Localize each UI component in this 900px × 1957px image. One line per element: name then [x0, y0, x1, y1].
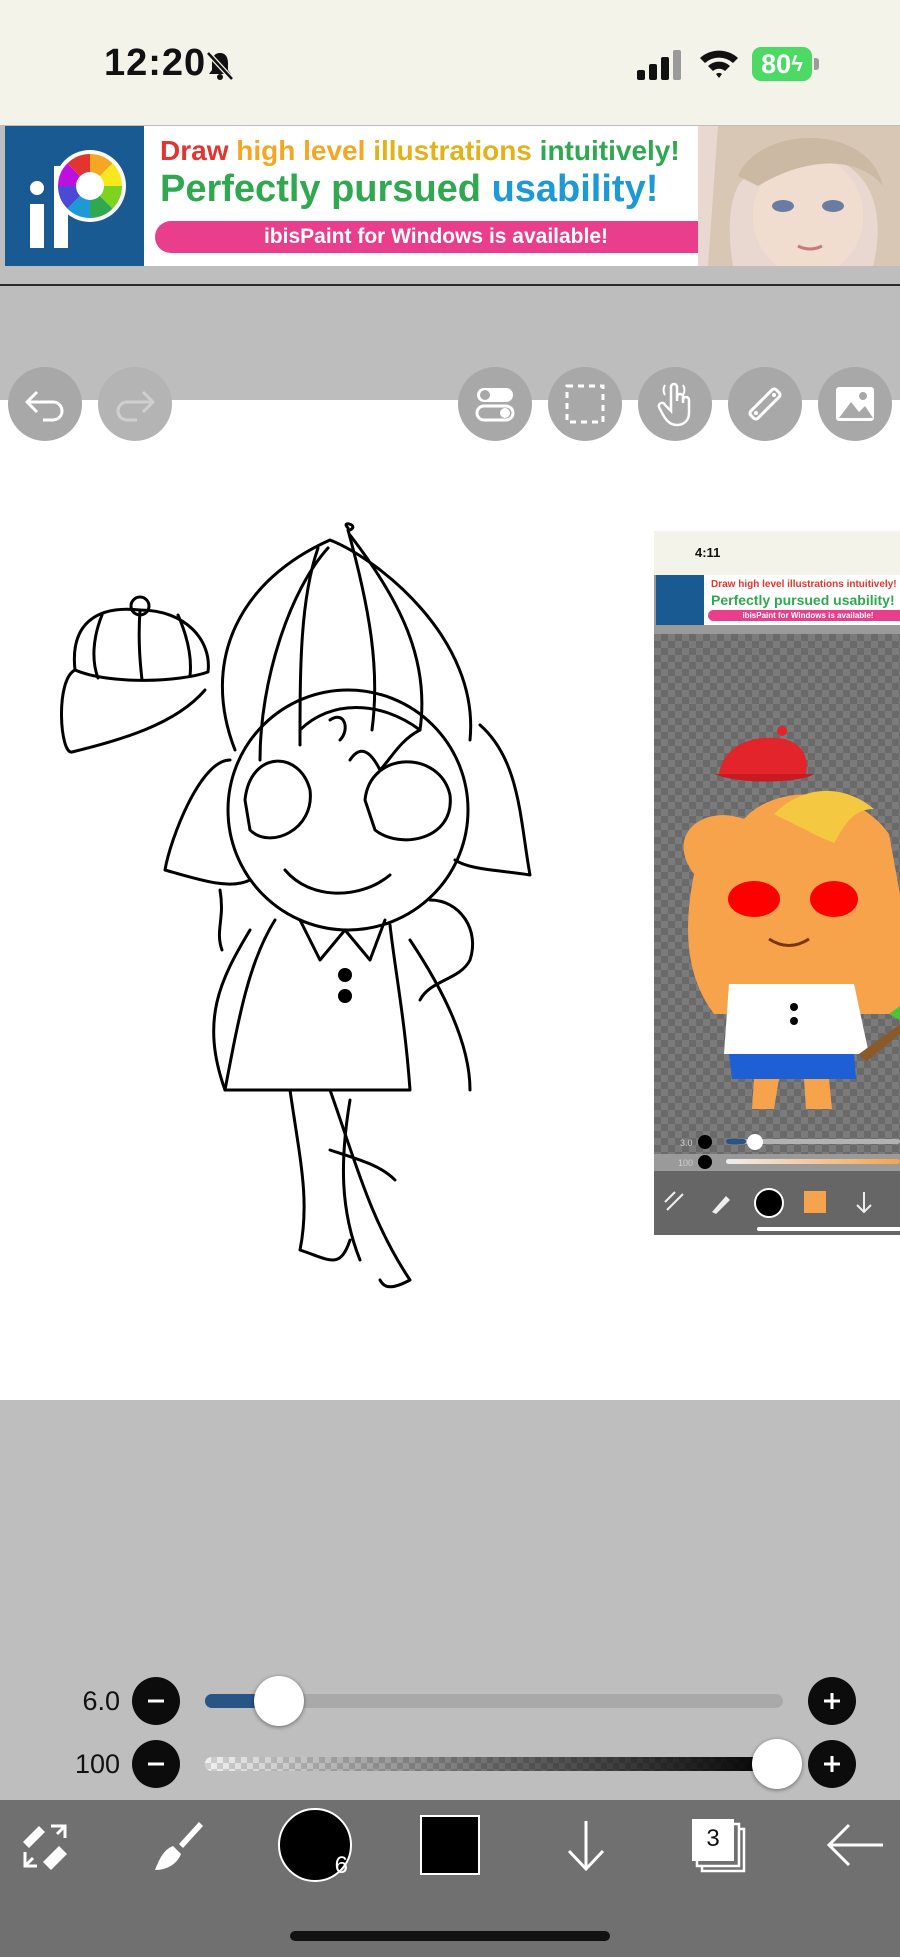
ref-size-label: 3.0 — [680, 1138, 693, 1148]
ad-word-high-level: high level — [236, 135, 366, 166]
ref-size-knob — [747, 1134, 763, 1150]
ad-word-illustrations: illustrations — [373, 135, 532, 166]
brush-size-knob[interactable] — [253, 1676, 304, 1726]
opacity-increase-button[interactable] — [808, 1740, 856, 1788]
opacity-gradient — [205, 1757, 783, 1771]
ref-ad-headline: Draw high level illustrations intuitivel… — [711, 579, 897, 590]
brush-size-decrease-button[interactable] — [132, 1677, 180, 1725]
brush-size-badge: 6 — [334, 1852, 348, 1879]
ref-ibispaint-logo — [656, 575, 704, 625]
plus-icon — [824, 1693, 840, 1709]
ad-word-perfectly-pursued: Perfectly pursued — [160, 168, 481, 210]
opacity-slider[interactable] — [205, 1757, 783, 1771]
ad-banner[interactable]: Draw high level illustrations intuitivel… — [5, 126, 900, 266]
tool-select-button[interactable] — [14, 1815, 74, 1875]
ref-down-arrow-icon — [856, 1192, 872, 1214]
battery-cap — [814, 58, 819, 70]
down-arrow-icon — [567, 1821, 605, 1872]
line-art-drawing — [60, 522, 532, 1289]
reference-window[interactable]: 4:11 Draw high level illustrations intui… — [654, 531, 900, 1235]
ruler-icon — [748, 387, 782, 421]
hand-touch-icon — [657, 382, 691, 427]
brush-icon — [155, 1822, 203, 1870]
ref-brush-icon — [712, 1196, 730, 1214]
layer-count: 3 — [706, 1825, 720, 1852]
ref-home-indicator — [757, 1227, 900, 1231]
ref-ad-banner: Draw high level illustrations intuitivel… — [656, 575, 900, 625]
layer-down-button[interactable] — [556, 1815, 616, 1875]
current-color-swatch — [420, 1815, 480, 1875]
ref-ad-tagline: Perfectly pursued usability! — [711, 592, 895, 608]
image-icon — [836, 387, 874, 421]
color-picker-button[interactable] — [420, 1815, 480, 1875]
minus-icon — [148, 1762, 164, 1766]
opacity-decrease-button[interactable] — [132, 1740, 180, 1788]
brush-size-preview-button[interactable]: 6 — [278, 1808, 352, 1882]
battery-indicator: 80 ϟ — [752, 47, 812, 81]
ibispaint-logo — [5, 126, 144, 266]
ref-opacity-track — [726, 1159, 900, 1164]
status-time: 12:20 — [104, 42, 207, 84]
ref-transform-icon — [664, 1191, 684, 1211]
wifi-icon — [700, 50, 738, 78]
ad-character-illustration — [698, 126, 900, 266]
ref-opacity-label: 100 — [678, 1158, 694, 1168]
brush-size-dot: 6 — [278, 1808, 352, 1882]
status-bar: 12:20 80 ϟ — [0, 0, 900, 125]
ref-color-swatch — [804, 1191, 826, 1213]
ref-status-time: 4:11 — [695, 545, 721, 560]
ref-opacity-minus-button — [698, 1155, 712, 1169]
brush-size-increase-button[interactable] — [808, 1677, 856, 1725]
ad-headline: Draw high level illustrations intuitivel… — [160, 135, 680, 167]
ruler-button[interactable] — [728, 367, 802, 441]
bell-muted-icon — [206, 51, 234, 81]
layers-button[interactable]: 3 — [688, 1815, 752, 1875]
ad-word-draw: Draw — [160, 135, 229, 166]
ref-status-bar: 4:11 — [654, 531, 900, 575]
ad-word-intuitively: intuitively! — [539, 135, 680, 166]
brush-tool-button[interactable] — [148, 1815, 208, 1875]
battery-level: 80 — [761, 48, 792, 79]
home-indicator — [290, 1931, 610, 1941]
ad-word-usability: usability! — [491, 168, 659, 210]
reference-image-button[interactable] — [818, 367, 892, 441]
transform-tools-icon — [23, 1824, 67, 1870]
ref-ad-subtitle: ibisPaint for Windows is available! — [708, 610, 900, 621]
opacity-value: 100 — [74, 1749, 120, 1779]
color-wheel-icon — [30, 150, 126, 248]
brush-size-value: 6.0 — [82, 1686, 120, 1716]
ad-subtitle-pill: ibisPaint for Windows is available! — [155, 221, 717, 253]
ref-bottom-toolbar — [654, 1171, 900, 1235]
ref-colored-character — [683, 726, 900, 1109]
back-arrow-icon — [826, 1823, 883, 1867]
minus-icon — [148, 1699, 164, 1703]
cellular-signal-icon — [637, 50, 681, 80]
plus-icon — [824, 1756, 840, 1772]
ref-size-minus-button — [698, 1135, 712, 1149]
back-button[interactable] — [822, 1815, 888, 1875]
ad-tagline: Perfectly pursued usability! — [160, 168, 658, 211]
opacity-knob[interactable] — [752, 1739, 802, 1789]
ref-brush-size-preview — [754, 1188, 784, 1218]
